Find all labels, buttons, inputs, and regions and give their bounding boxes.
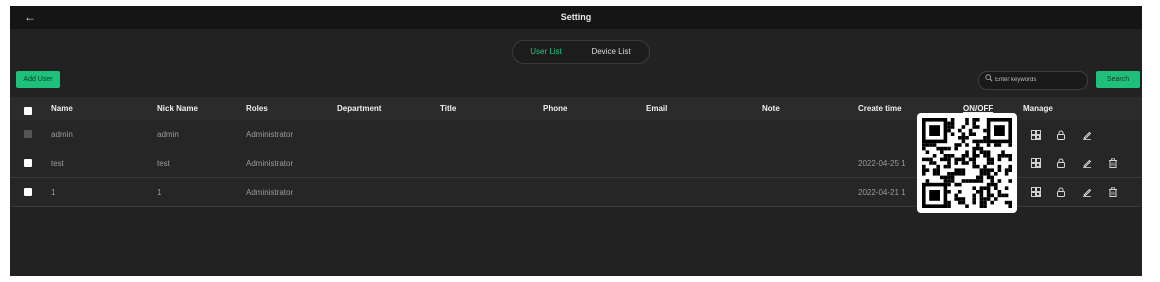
column-header-department[interactable]: Department (337, 97, 381, 120)
cell-nick-name: admin (157, 130, 179, 139)
search-button[interactable]: Search (1096, 71, 1140, 88)
title-bar: ← Setting (10, 6, 1142, 29)
delete-icon[interactable] (1108, 178, 1118, 206)
cell-roles: Administrator (246, 187, 294, 197)
edit-icon[interactable] (1082, 178, 1092, 206)
cell-roles: Administrator (246, 158, 294, 168)
window-title: Setting (560, 12, 592, 22)
search-box (978, 71, 1088, 90)
column-header-note[interactable]: Note (762, 97, 780, 120)
cell-nick-name: test (157, 158, 170, 168)
qr-code-image (922, 118, 1012, 208)
tab-user-list[interactable]: User List (517, 41, 575, 63)
cell-create-time: 2022-04-21 1 (858, 187, 906, 197)
search-icon (985, 74, 993, 82)
qr-code-icon[interactable] (1031, 149, 1041, 177)
column-header-manage[interactable]: Manage (1023, 97, 1053, 120)
column-header-phone[interactable]: Phone (543, 97, 567, 120)
column-header-name[interactable]: Name (51, 97, 73, 120)
cell-roles: Administrator (246, 130, 294, 139)
lock-icon[interactable] (1056, 149, 1066, 177)
qr-code-popup (917, 113, 1017, 213)
tab-device-list[interactable]: Device List (579, 41, 643, 63)
row-checkbox[interactable] (24, 159, 32, 167)
edit-icon[interactable] (1082, 120, 1092, 149)
row-checkbox (24, 130, 32, 138)
column-header-email[interactable]: Email (646, 97, 667, 120)
lock-icon[interactable] (1056, 120, 1066, 149)
lock-icon[interactable] (1056, 178, 1066, 206)
edit-icon[interactable] (1082, 149, 1092, 177)
row-checkbox[interactable] (24, 188, 32, 196)
add-user-button[interactable]: Add User (16, 71, 60, 88)
cell-name: 1 (51, 187, 56, 197)
column-header-title[interactable]: Title (440, 97, 456, 120)
qr-code-icon[interactable] (1031, 178, 1041, 206)
column-header-create-time[interactable]: Create time (858, 97, 902, 120)
qr-code-icon[interactable] (1031, 120, 1041, 149)
column-header-nick-name[interactable]: Nick Name (157, 97, 198, 120)
cell-create-time: 2022-04-25 1 (858, 158, 906, 168)
select-all-checkbox[interactable] (24, 107, 32, 115)
cell-name: admin (51, 130, 73, 139)
delete-icon[interactable] (1108, 149, 1118, 177)
list-tab-switcher: User List Device List (512, 40, 650, 64)
settings-window: ← Setting User List Device List Add User… (10, 6, 1142, 276)
cell-nick-name: 1 (157, 187, 162, 197)
search-input[interactable] (995, 74, 1081, 86)
cell-name: test (51, 158, 64, 168)
column-header-roles[interactable]: Roles (246, 97, 268, 120)
